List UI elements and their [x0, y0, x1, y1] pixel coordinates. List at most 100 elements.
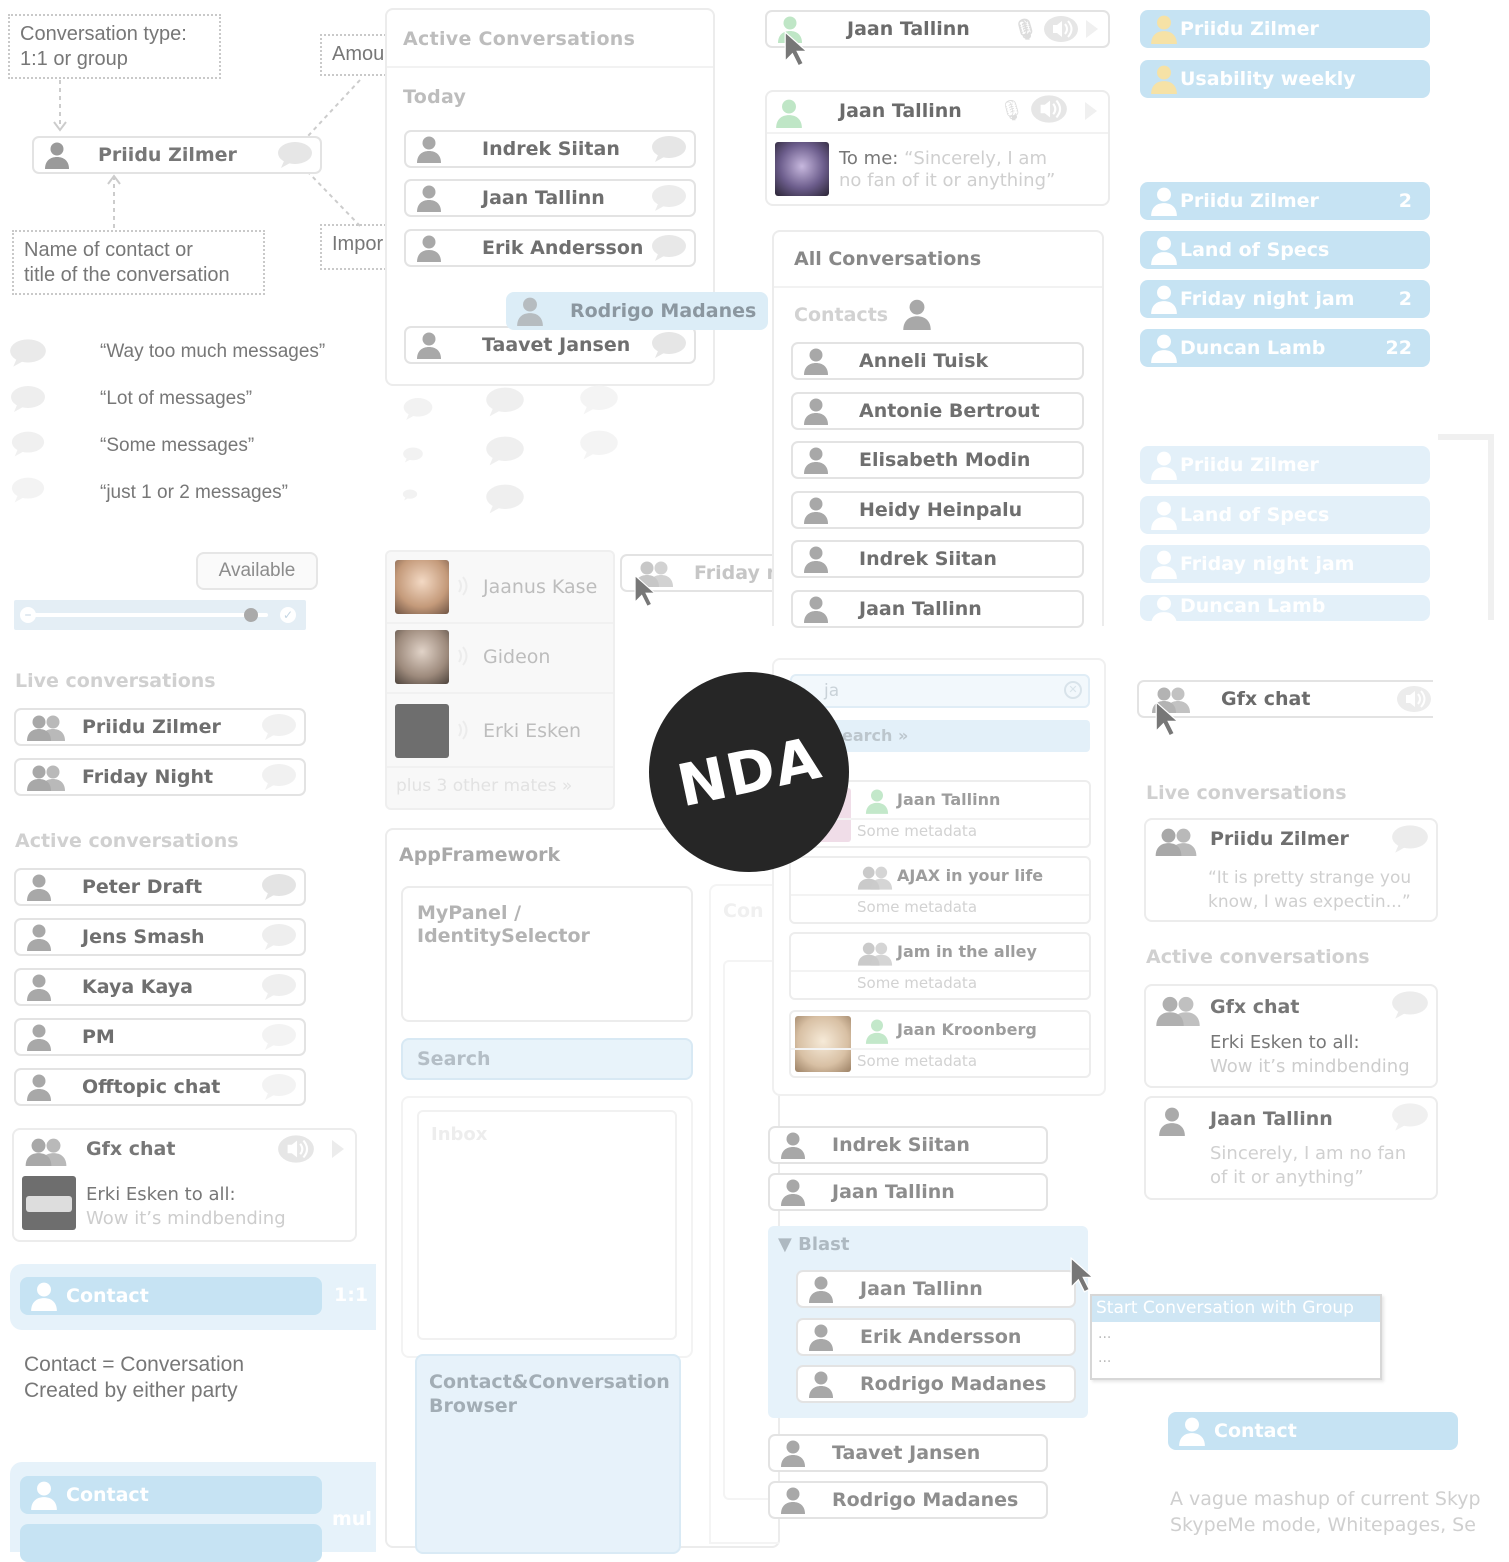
- conversation-pill[interactable]: Priidu Zilmer: [1140, 446, 1430, 484]
- dragging-row[interactable]: Rodrigo Madanes: [506, 292, 768, 330]
- group-toggle[interactable]: ▼ Blast: [778, 1234, 849, 1255]
- contact-pill[interactable]: Contact: [20, 1277, 322, 1315]
- active-conversation-row[interactable]: Offtopic chat: [14, 1068, 306, 1106]
- contact-row[interactable]: Elisabeth Modin: [791, 441, 1084, 479]
- menu-item-start-group[interactable]: Start Conversation with Group: [1092, 1296, 1380, 1322]
- group-member-row[interactable]: Jaan Tallinn: [796, 1270, 1076, 1308]
- chat-bubble-icon: [260, 713, 298, 741]
- contact-row[interactable]: Antonie Bertrout: [791, 391, 1084, 430]
- result-meta: Some metadata: [857, 1052, 978, 1070]
- sender: Erki Esken to all:: [1210, 1032, 1360, 1053]
- active-conversation-row[interactable]: Indrek Siitan: [404, 130, 696, 168]
- conversation-pill[interactable]: Priidu Zilmer 2: [1140, 182, 1430, 220]
- person-icon: [1150, 64, 1178, 94]
- today-label: Today: [403, 86, 467, 108]
- chat-bubble-icon: [260, 1023, 298, 1051]
- example-conversation-row[interactable]: Priidu Zilmer: [32, 136, 322, 174]
- speaker-icon[interactable]: [1042, 15, 1080, 43]
- person-icon: [780, 1486, 806, 1514]
- annotation-arrows: [53, 79, 361, 228]
- active-conversation-row[interactable]: Taavet Jansen: [404, 326, 696, 364]
- busy-icon: –: [20, 607, 36, 623]
- contact-pill-second[interactable]: [20, 1524, 322, 1562]
- contact-row[interactable]: Indrek Siitan: [791, 540, 1084, 578]
- active-conversation-row[interactable]: PM: [14, 1018, 306, 1056]
- inbox-box: Inbox: [417, 1110, 677, 1340]
- speaker-icon[interactable]: [1395, 685, 1433, 713]
- live-conversation-row[interactable]: Friday Night: [14, 758, 306, 796]
- person-icon: [808, 1370, 834, 1398]
- row-label: Kaya Kaya: [82, 976, 193, 998]
- mic-icon[interactable]: 🎙: [1013, 17, 1038, 41]
- contact-row[interactable]: Heidy Heinpalu: [791, 490, 1084, 529]
- contact-pill[interactable]: Contact: [20, 1476, 322, 1514]
- jaan-tallinn-message-card[interactable]: Jaan Tallinn 🎙 To me: “Sincerely, I am n…: [765, 90, 1110, 206]
- group-member-row[interactable]: Rodrigo Madanes: [796, 1365, 1076, 1403]
- gfx-chat-card[interactable]: Gfx chat Erki Esken to all: Wow it’s min…: [12, 1128, 357, 1242]
- mate-row[interactable]: Erki Esken: [387, 700, 613, 768]
- person-icon: [1178, 1416, 1206, 1446]
- contact-row[interactable]: Indrek Siitan: [768, 1126, 1048, 1164]
- play-icon[interactable]: [1086, 20, 1098, 38]
- speaker-bubble-icon: [276, 1134, 316, 1164]
- conversation-pill[interactable]: Friday night jam 2: [1140, 280, 1430, 318]
- group-member-row[interactable]: Erik Andersson: [796, 1317, 1076, 1356]
- live-conversation-row[interactable]: Priidu Zilmer: [14, 708, 306, 746]
- mic-icon[interactable]: 🎙: [999, 98, 1024, 122]
- menu-item[interactable]: ...: [1092, 1322, 1380, 1348]
- slider-knob[interactable]: [244, 608, 259, 622]
- contact-row[interactable]: Jaan Tallinn: [768, 1173, 1048, 1211]
- live-conversation-card[interactable]: Priidu Zilmer “It is pretty strange you …: [1144, 818, 1438, 922]
- conversation-pill[interactable]: Friday night jam: [1140, 545, 1430, 583]
- inbox-label: Inbox: [431, 1124, 488, 1145]
- active-conversations-title: Active conversations: [15, 830, 239, 852]
- search-result[interactable]: Jam in the alley Some metadata: [789, 932, 1091, 1000]
- conversation-pill[interactable]: Duncan Lamb 22: [1140, 329, 1430, 367]
- mate-row[interactable]: Jaanus Kase: [387, 556, 613, 624]
- contact-row[interactable]: Rodrigo Madanes: [768, 1481, 1048, 1519]
- active-conversation-row[interactable]: Kaya Kaya: [14, 968, 306, 1006]
- mate-row[interactable]: Gideon: [387, 626, 613, 694]
- active-conversation-row[interactable]: Erik Andersson: [404, 229, 696, 267]
- name: Priidu Zilmer: [1210, 828, 1349, 850]
- person-icon: [30, 1480, 58, 1510]
- name: Gfx chat: [1221, 688, 1311, 710]
- contact-row[interactable]: Taavet Jansen: [768, 1434, 1048, 1472]
- search-result[interactable]: Jaan Kroonberg Some metadata: [789, 1010, 1091, 1078]
- play-icon[interactable]: [1085, 102, 1097, 120]
- gfx-chat-row[interactable]: Gfx chat: [1137, 680, 1433, 718]
- contact-pill[interactable]: Contact: [1168, 1412, 1458, 1450]
- search-result[interactable]: AJAX in your life Some metadata: [789, 856, 1091, 924]
- conversation-pill[interactable]: Land of Specs: [1140, 495, 1430, 534]
- contact-label: Contact: [66, 1484, 149, 1506]
- row-label: Erik Andersson: [860, 1325, 1022, 1348]
- contact-row[interactable]: Jaan Tallinn: [791, 589, 1084, 628]
- conversation-pill[interactable]: Land of Specs: [1140, 231, 1430, 269]
- person-icon: [416, 184, 442, 212]
- mypanel-box: MyPanel / IdentitySelector: [401, 886, 693, 1022]
- chat-bubble-icon: [276, 141, 314, 169]
- active-conversation-row[interactable]: Jaan Tallinn: [404, 179, 696, 217]
- person-icon: [780, 1131, 806, 1159]
- menu-item[interactable]: ...: [1092, 1348, 1380, 1374]
- contact-row[interactable]: Anneli Tuisk: [791, 342, 1084, 380]
- group-icon: [857, 940, 893, 966]
- jaan-tallinn-call-row[interactable]: Jaan Tallinn 🎙: [765, 10, 1110, 48]
- play-icon[interactable]: [332, 1140, 344, 1158]
- conversation-pill[interactable]: Priidu Zilmer: [1140, 10, 1430, 48]
- active-conversation-row[interactable]: Peter Draft: [14, 868, 306, 906]
- status-slider[interactable]: – ✓: [14, 600, 306, 630]
- row-label: Jaan Tallinn: [859, 597, 982, 620]
- row-label: Elisabeth Modin: [859, 449, 1031, 471]
- speaker-icon[interactable]: [1029, 94, 1069, 124]
- active-conversation-card[interactable]: Gfx chat Erki Esken to all: Wow it’s min…: [1144, 984, 1438, 1088]
- more-mates-link[interactable]: plus 3 other mates »: [396, 776, 572, 796]
- search-box[interactable]: Search: [401, 1038, 693, 1080]
- clear-icon[interactable]: ✕: [1064, 681, 1082, 699]
- active-conversation-card[interactable]: Jaan Tallinn Sincerely, I am no fan of i…: [1144, 1096, 1438, 1200]
- row-label: Jaan Tallinn: [832, 1181, 955, 1203]
- active-conversation-row[interactable]: Jens Smash: [14, 918, 306, 956]
- search-input[interactable]: ⌕ ja ✕: [790, 674, 1090, 708]
- conversation-pill[interactable]: Usability weekly: [1140, 60, 1430, 98]
- conversation-pill[interactable]: Duncan Lamb: [1140, 594, 1430, 621]
